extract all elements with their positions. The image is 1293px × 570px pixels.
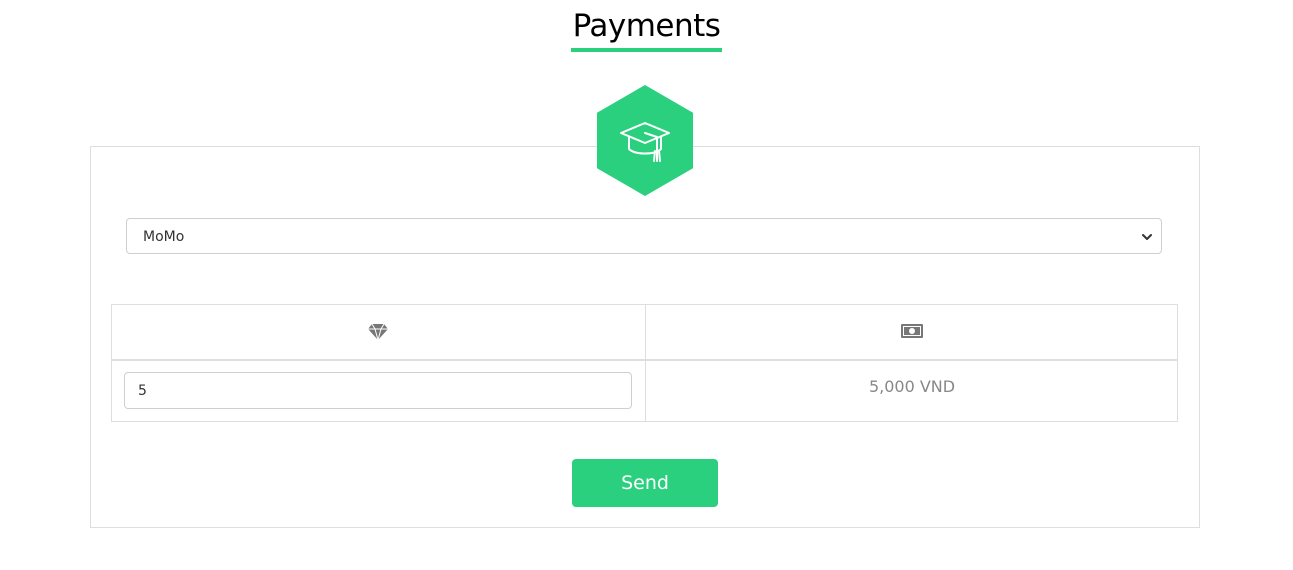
price-value: 5,000 VND bbox=[868, 377, 956, 396]
send-button[interactable]: Send bbox=[572, 459, 718, 507]
hexagon-logo bbox=[597, 85, 693, 196]
column-divider bbox=[645, 305, 646, 421]
money-bill-icon bbox=[901, 324, 923, 338]
diamond-icon bbox=[368, 323, 388, 341]
page-title-wrap: Payments bbox=[0, 6, 1293, 52]
chevron-down-icon bbox=[1142, 234, 1152, 240]
quantity-value: 5 bbox=[138, 383, 147, 399]
payment-method-select[interactable]: MoMo bbox=[126, 218, 1162, 254]
quantity-input[interactable]: 5 bbox=[124, 372, 632, 409]
hexagon-shape bbox=[597, 85, 693, 196]
payment-method-value: MoMo bbox=[143, 229, 185, 245]
page-title: Payments bbox=[570, 6, 723, 52]
